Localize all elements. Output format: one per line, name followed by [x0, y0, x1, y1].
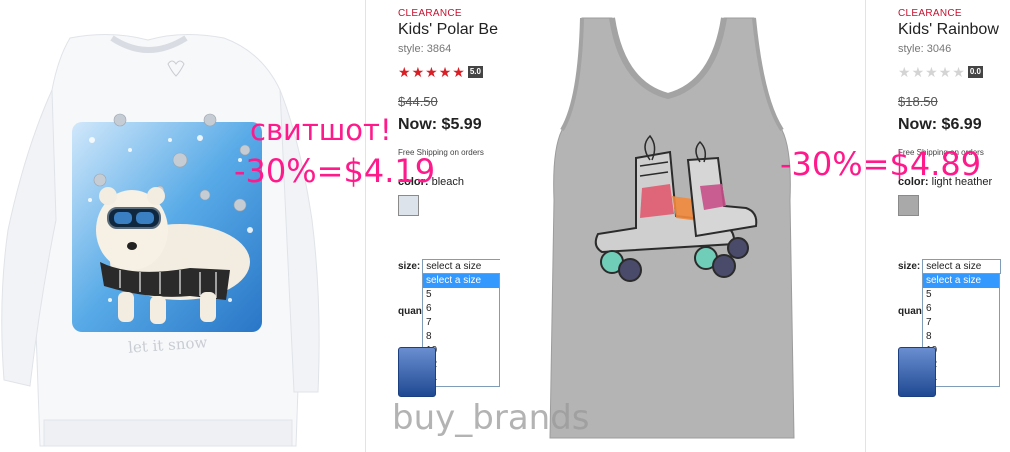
quantity-label: quan: [898, 306, 922, 317]
size-row: size: select a size: [398, 258, 501, 274]
size-option[interactable]: 7: [923, 316, 999, 330]
original-price: $18.50: [898, 94, 938, 109]
quantity-label: quan: [398, 306, 422, 317]
sweatshirt-illustration: [1, 33, 320, 447]
product-style: style: 3864: [398, 43, 452, 55]
discount-price-annotation: -30%=$4.89: [780, 145, 982, 183]
star-icon: ★: [411, 64, 425, 80]
product-info-1: CLEARANCE Kids' Polar Be style: 3864 ★ ★…: [365, 0, 501, 452]
watermark: buy_brands: [392, 398, 590, 438]
product-image-sweatshirt[interactable]: let it snow: [0, 0, 365, 452]
star-icon: ★: [911, 64, 925, 80]
star-icon: ★: [438, 64, 452, 80]
size-label: size:: [398, 260, 421, 272]
product-info-2: CLEARANCE Kids' Rainbow style: 3046 ★ ★ …: [865, 0, 1010, 452]
rating-stars[interactable]: ★ ★ ★ ★ ★ 5.0: [398, 64, 501, 80]
clearance-badge: CLEARANCE: [398, 8, 462, 19]
star-icon: ★: [425, 64, 438, 80]
size-option[interactable]: 6: [923, 302, 999, 316]
star-icon: ★: [898, 64, 911, 80]
add-to-bag-button[interactable]: [398, 347, 436, 397]
star-icon: ★: [452, 64, 465, 80]
tank-illustration: [549, 17, 795, 439]
star-icon: ★: [938, 64, 952, 80]
original-price: $44.50: [398, 94, 438, 109]
color-swatch[interactable]: [398, 195, 419, 216]
size-option[interactable]: 8: [923, 330, 999, 344]
size-option[interactable]: 5: [423, 288, 499, 302]
size-option[interactable]: 5: [923, 288, 999, 302]
star-icon: ★: [398, 64, 411, 80]
size-option[interactable]: 6: [423, 302, 499, 316]
size-select[interactable]: select a size: [922, 258, 1002, 274]
product-style: style: 3046: [898, 43, 952, 55]
product-name[interactable]: Kids' Rainbow: [898, 21, 1010, 41]
product-name[interactable]: Kids' Polar Be: [398, 21, 501, 41]
size-option[interactable]: 7: [423, 316, 499, 330]
star-icon: ★: [952, 64, 965, 80]
size-option[interactable]: select a size: [423, 274, 499, 288]
rating-stars[interactable]: ★ ★ ★ ★ ★ 0.0: [898, 64, 1010, 80]
discount-price-annotation: -30%=$4.19: [234, 152, 436, 190]
sale-price: Now: $6.99: [898, 116, 982, 133]
sale-price: Now: $5.99: [398, 116, 482, 133]
size-label: size:: [898, 260, 921, 272]
star-icon: ★: [925, 64, 938, 80]
add-to-bag-button[interactable]: [898, 347, 936, 397]
rating-value: 5.0: [467, 66, 483, 78]
rating-value: 0.0: [967, 66, 983, 78]
color-value: bleach: [431, 176, 465, 188]
size-option[interactable]: 8: [423, 330, 499, 344]
size-row: size: select a size: [898, 258, 1002, 274]
size-select[interactable]: select a size: [422, 258, 501, 274]
color-swatch[interactable]: [898, 195, 919, 216]
size-option[interactable]: select a size: [923, 274, 999, 288]
product-image-tank[interactable]: [500, 0, 860, 452]
clearance-badge: CLEARANCE: [898, 8, 962, 19]
sweatshirt-annotation: свитшот!: [250, 113, 392, 147]
